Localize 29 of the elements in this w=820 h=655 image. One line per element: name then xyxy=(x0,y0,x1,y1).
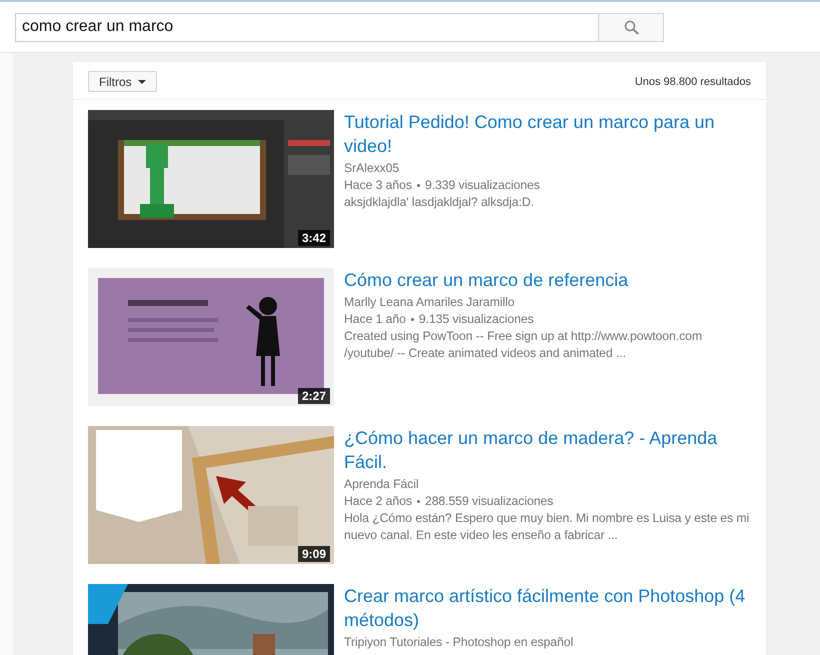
caret-icon xyxy=(138,80,146,84)
channel-name: Aprenda Fácil xyxy=(344,476,420,493)
separator-dot xyxy=(416,184,420,187)
channel-name: SrAlexx05 xyxy=(344,160,400,177)
video-duration: 3:42 xyxy=(298,230,330,246)
video-description: Hola ¿Cómo están? Espero que muy bien. Mi nombre es Luisa y este es mi nuevo canal. En este video les enseño a fabricar ... xyxy=(344,510,750,544)
view-count: 9.135 visualizaciones xyxy=(418,311,534,328)
result-count: Unos 98.800 resultados xyxy=(634,76,751,88)
channel-name: Marlly Leana Amariles Jaramillo xyxy=(344,294,516,311)
search-field[interactable]: como crear un marco xyxy=(15,12,598,42)
video-description: Created using PowToon -- Free sign up at http://www.powtoon.com /youtube/ -- Create animated videos and animated ... xyxy=(344,328,704,362)
video-duration: 9:09 xyxy=(298,546,330,562)
video-title[interactable]: ¿Cómo hacer un marco de madera? - Aprenda Fácil. xyxy=(344,426,751,474)
video-description: aksjdklajdla' lasdjakldjal? alksdja:D. xyxy=(344,194,535,211)
video-title[interactable]: Cómo crear un marco de referencia xyxy=(344,268,751,292)
upload-age: Hace 3 años xyxy=(344,177,412,194)
search-icon xyxy=(624,20,638,34)
upload-age: Hace 1 año xyxy=(344,311,406,328)
video-title[interactable]: Crear marco artístico fácilmente con Photoshop (4 métodos) xyxy=(344,584,751,632)
search-button[interactable] xyxy=(598,12,664,42)
video-duration: 2:27 xyxy=(298,388,330,404)
separator-dot xyxy=(410,318,414,321)
video-title[interactable]: Tutorial Pedido! Como crear un marco para un video! xyxy=(344,110,751,158)
filters-button[interactable]: Filtros xyxy=(88,71,157,92)
upload-age: Hace 2 años xyxy=(344,493,412,510)
channel-name: Tripiyon Tutoriales - Photoshop en español xyxy=(344,634,574,651)
separator-dot xyxy=(416,500,420,503)
view-count: 288.559 visualizaciones xyxy=(424,493,554,510)
view-count: 9.339 visualizaciones xyxy=(424,177,540,194)
